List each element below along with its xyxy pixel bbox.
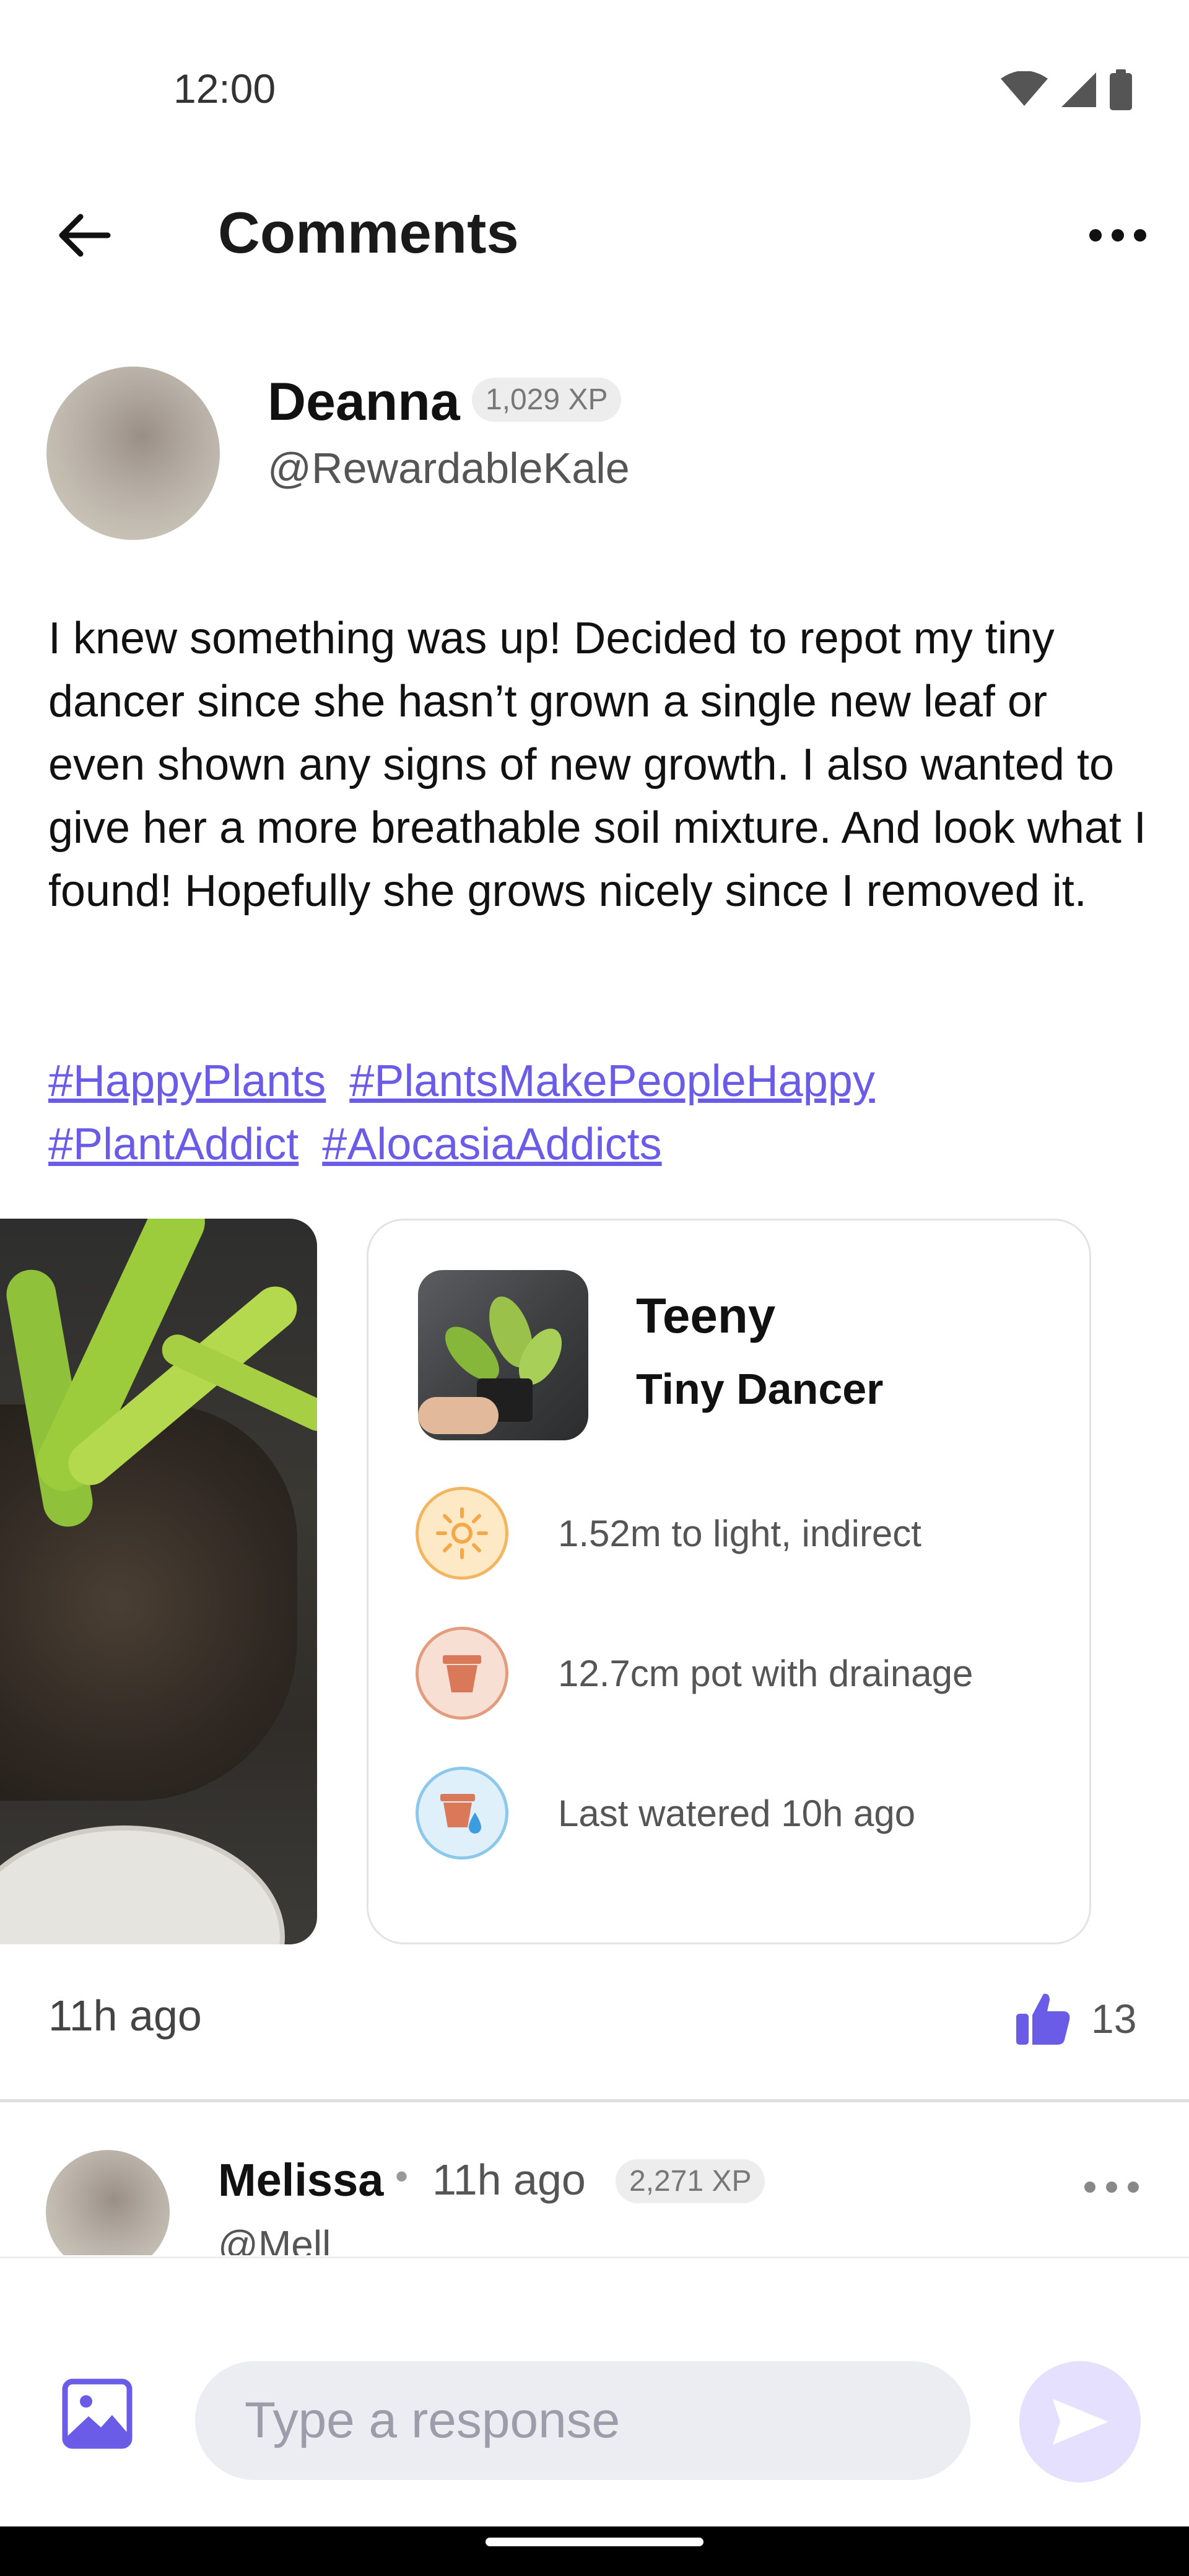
post-timestamp: 11h ago	[48, 1991, 202, 2040]
like-button[interactable]	[1009, 1985, 1078, 2053]
back-button[interactable]	[43, 204, 124, 266]
back-arrow-icon	[59, 214, 111, 257]
care-row-light: 1.52m to light, indirect	[416, 1487, 1084, 1580]
care-text: Last watered 10h ago	[558, 1792, 916, 1834]
post-body: I knew something was up! Decided to repo…	[48, 614, 1146, 916]
wifi-icon	[1001, 71, 1048, 106]
thumbs-up-icon	[1016, 1993, 1070, 2045]
status-bar: 12:00	[0, 0, 1189, 186]
send-icon	[1053, 2399, 1108, 2445]
post-photo[interactable]	[0, 1219, 317, 1944]
more-options-button[interactable]	[1084, 211, 1152, 260]
image-icon	[62, 2378, 133, 2449]
sun-icon	[416, 1487, 508, 1580]
pot-icon	[416, 1627, 508, 1720]
plant-name: Teeny	[636, 1288, 776, 1343]
response-input[interactable]	[195, 2361, 970, 2480]
attach-image-button[interactable]	[57, 2374, 137, 2454]
page-title: Comments	[218, 200, 519, 265]
hashtag-link[interactable]: #PlantAddict	[48, 1120, 298, 1169]
more-horizontal-icon	[1089, 229, 1146, 242]
home-handle[interactable]	[486, 2538, 703, 2546]
status-icons	[1000, 69, 1133, 110]
send-button[interactable]	[1019, 2361, 1141, 2482]
status-time: 12:00	[173, 66, 276, 111]
divider	[0, 2099, 1189, 2102]
commenter-handle: @Mell	[218, 2222, 331, 2255]
hashtag-list: #HappyPlants #PlantsMakePeopleHappy #Pla…	[48, 1050, 1151, 1176]
plant-species: Tiny Dancer	[636, 1365, 884, 1413]
commenter-name[interactable]: Melissa	[218, 2154, 383, 2206]
comment-item: Melissa • 11h ago 2,271 XP @Mell	[0, 2105, 1189, 2255]
app-bar: Comments	[0, 186, 1189, 285]
signal-icon	[1061, 72, 1096, 107]
author-xp-badge: 1,029 XP	[472, 378, 622, 422]
photo-dish	[0, 1825, 285, 1944]
watering-pot-icon	[416, 1767, 508, 1860]
hashtag-link[interactable]: #PlantsMakePeopleHappy	[349, 1056, 875, 1106]
care-text: 12.7cm pot with drainage	[558, 1652, 973, 1694]
care-text: 1.52m to light, indirect	[558, 1512, 921, 1554]
hashtag-link[interactable]: #AlocasiaAddicts	[322, 1120, 661, 1169]
response-composer	[0, 2256, 1189, 2526]
care-row-water: Last watered 10h ago	[416, 1767, 1084, 1860]
hashtag-link[interactable]: #HappyPlants	[48, 1056, 326, 1106]
commenter-xp-badge: 2,271 XP	[616, 2159, 765, 2203]
author-handle: @RewardableKale	[268, 444, 630, 492]
battery-icon	[1110, 69, 1132, 110]
separator-dot: •	[395, 2156, 409, 2197]
author-name[interactable]: Deanna	[268, 372, 460, 433]
comment-more-button[interactable]	[1078, 2162, 1146, 2212]
plant-card[interactable]: Teeny Tiny Dancer 1.52m to light, indire…	[367, 1219, 1091, 1944]
system-nav-bar	[0, 2526, 1189, 2576]
like-count: 13	[1091, 1996, 1137, 2042]
more-horizontal-icon	[1084, 2182, 1139, 2193]
plant-thumbnail	[418, 1270, 588, 1440]
care-row-pot: 12.7cm pot with drainage	[416, 1627, 1084, 1720]
commenter-avatar[interactable]	[46, 2150, 170, 2255]
author-avatar[interactable]	[46, 367, 220, 540]
comment-timestamp: 11h ago	[432, 2156, 586, 2204]
